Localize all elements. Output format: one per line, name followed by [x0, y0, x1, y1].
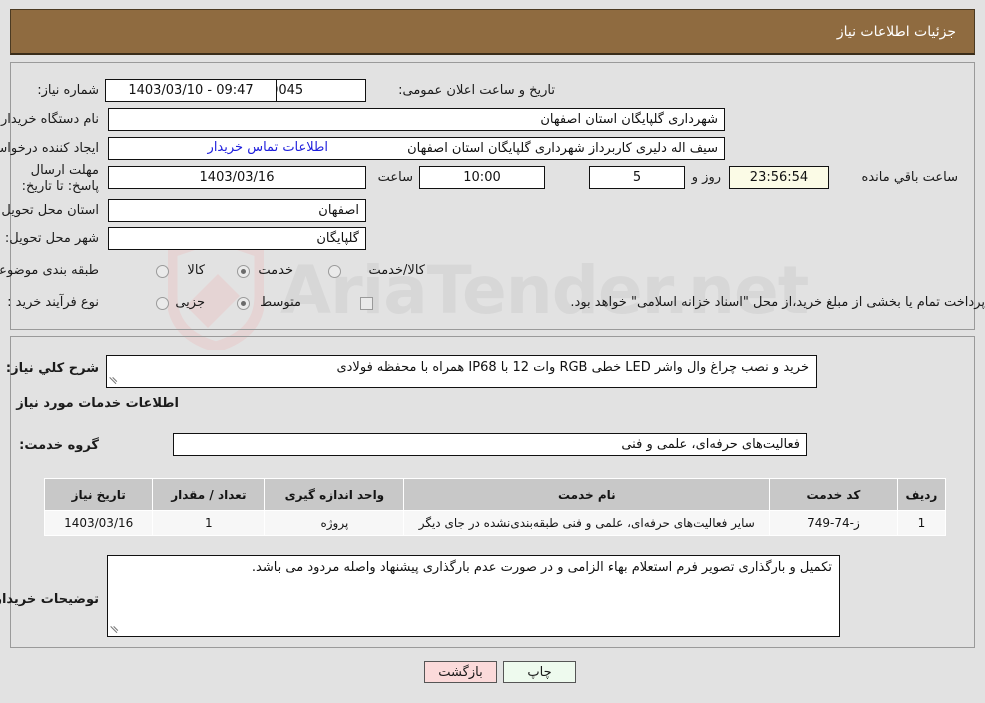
radio-category-kala[interactable] [156, 265, 169, 278]
services-heading: اطلاعات خدمات مورد نیاز [16, 396, 179, 411]
buyer-notes-text: تکمیل و بارگذاری تصویر فرم استعلام بهاء … [251, 560, 832, 575]
cell-need-date: 1403/03/16 [43, 510, 154, 536]
request-creator-field[interactable]: سیف اله دلیری کاربرداز شهرداری گلپایگان … [108, 137, 725, 160]
table-header-row: ردیف کد خدمت نام خدمت واحد اندازه گیری ت… [43, 478, 947, 511]
announce-datetime-field[interactable]: 1403/03/10 - 09:47 [105, 79, 277, 102]
delivery-city-label: شهر محل تحویل: [4, 231, 99, 246]
deadline-date-field[interactable]: 1403/03/16 [108, 166, 366, 189]
delivery-province-field[interactable]: اصفهان [108, 199, 366, 222]
radio-category-khedmat[interactable] [237, 265, 250, 278]
cell-unit: پروژه [264, 510, 405, 536]
buyer-contact-link[interactable]: اطلاعات تماس خریدار [208, 140, 328, 155]
deadline-days-label: روز و [691, 170, 721, 185]
page-root: AriaTender.net جزئیات اطلاعات نیاز شماره… [0, 0, 985, 703]
service-group-field[interactable]: فعالیت‌های حرفه‌ای، علمی و فنی [173, 433, 807, 456]
purchase-process-label: نوع فرآیند خرید : [7, 295, 99, 310]
radio-category-khedmat-label: خدمت [258, 263, 293, 278]
page-title: جزئیات اطلاعات نیاز [10, 9, 975, 55]
radio-process-motevaset-label: متوسط [260, 295, 301, 310]
radio-process-jozyi[interactable] [156, 297, 169, 310]
radio-process-jozyi-label: جزیی [175, 295, 205, 310]
col-need-date: تاریخ نیاز [43, 478, 154, 511]
category-label: طبقه بندی موضوعی: [0, 263, 99, 278]
print-button[interactable]: چاپ [503, 661, 576, 683]
need-summary-label: شرح کلي نیاز: [5, 361, 99, 376]
resize-grip-icon[interactable] [110, 625, 120, 635]
buyer-notes-label: توضیحات خریدار: [0, 592, 99, 607]
col-service-code: کد خدمت [769, 478, 898, 511]
announce-datetime-label: تاریخ و ساعت اعلان عمومی: [398, 83, 555, 98]
delivery-province-label: استان محل تحویل: [0, 203, 99, 218]
need-summary-textarea[interactable]: خرید و نصب چراغ وال واشر LED خطی RGB وات… [106, 355, 817, 388]
need-number-label: شماره نیاز: [37, 83, 99, 98]
deadline-days-field[interactable]: 5 [589, 166, 685, 189]
cell-service-code: ز-74-749 [769, 510, 898, 536]
buyer-org-field[interactable]: شهرداری گلپایگان استان اصفهان [108, 108, 725, 131]
table-row[interactable]: 1 ز-74-749 سایر فعالیت‌های حرفه‌ای، علمی… [43, 510, 947, 536]
radio-category-kala-label: کالا [187, 263, 205, 278]
col-unit: واحد اندازه گیری [264, 478, 405, 511]
cell-quantity: 1 [152, 510, 266, 536]
col-quantity: تعداد / مقدار [152, 478, 266, 511]
request-creator-label: ایجاد کننده درخواست: [0, 141, 99, 156]
deadline-label: مهلت ارسال پاسخ: تا تاریخ: [21, 163, 99, 194]
cell-radif: 1 [896, 510, 947, 536]
deadline-countdown-field: 23:56:54 [729, 166, 829, 189]
col-service-name: نام خدمت [403, 478, 771, 511]
col-radif: ردیف [896, 478, 947, 511]
delivery-city-field[interactable]: گلپایگان [108, 227, 366, 250]
radio-category-kala-khedmat[interactable] [328, 265, 341, 278]
buyer-org-label: نام دستگاه خریدار: [0, 112, 99, 127]
need-summary-text: خرید و نصب چراغ وال واشر LED خطی RGB وات… [336, 360, 809, 375]
buyer-notes-textarea[interactable]: تکمیل و بارگذاری تصویر فرم استعلام بهاء … [107, 555, 840, 637]
cell-service-name: سایر فعالیت‌های حرفه‌ای، علمی و فنی طبقه… [403, 510, 771, 536]
radio-process-motevaset[interactable] [237, 297, 250, 310]
need-info-panel [10, 62, 975, 330]
back-button[interactable]: بازگشت [424, 661, 497, 683]
treasury-note-text: پرداخت تمام یا بخشی از مبلغ خرید،از محل … [570, 295, 985, 310]
services-table: ردیف کد خدمت نام خدمت واحد اندازه گیری ت… [43, 478, 947, 536]
deadline-time-field[interactable]: 10:00 [419, 166, 545, 189]
service-group-label: گروه خدمت: [19, 438, 99, 453]
deadline-countdown-label: ساعت باقي مانده [861, 170, 958, 185]
resize-grip-icon[interactable] [109, 376, 119, 386]
deadline-time-label: ساعت [377, 170, 413, 185]
page-title-text: جزئیات اطلاعات نیاز [836, 23, 956, 40]
treasury-note-checkbox[interactable] [360, 297, 373, 310]
radio-category-kala-khedmat-label: کالا/خدمت [368, 263, 425, 278]
